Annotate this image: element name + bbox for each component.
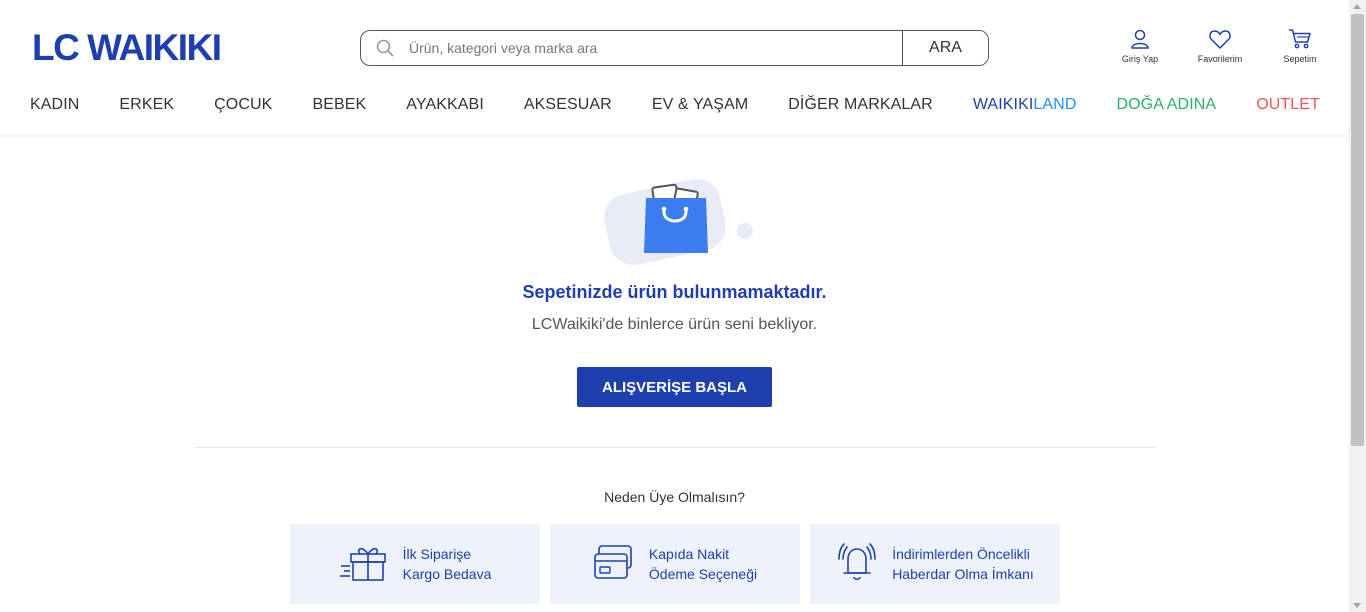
why-member-title: Neden Üye Olmalısın?	[604, 489, 745, 505]
waikikiland-part1: WAIKIKI	[972, 96, 1034, 113]
vertical-scrollbar[interactable]	[1349, 0, 1366, 612]
section-divider	[195, 447, 1155, 448]
benefit-line1: İndirimlerden Öncelikli	[892, 546, 1030, 562]
waikikiland-part2: LAND	[1033, 96, 1077, 113]
favorites-label: Favorilerim	[1197, 54, 1243, 64]
nav-item-ev-yasam[interactable]: EV & YAŞAM	[652, 96, 748, 114]
benefit-text: İlk Siparişe Kargo Bedava	[403, 544, 492, 584]
site-header: LC WAIKIKI ARA Giriş Yap Favorilerim Sep…	[0, 0, 1349, 135]
credit-card-icon	[593, 542, 635, 587]
cart-button[interactable]: Sepetim	[1260, 28, 1340, 64]
benefit-text: Kapıda Nakit Ödeme Seçeneği	[649, 544, 757, 584]
benefit-line1: Kapıda Nakit	[648, 546, 730, 562]
benefit-discount-alerts[interactable]: İndirimlerden Öncelikli Haberdar Olma İm…	[810, 524, 1060, 604]
header-actions: Giriş Yap Favorilerim Sepetim	[1100, 28, 1340, 64]
benefit-line2: Haberdar Olma İmkanı	[892, 566, 1034, 582]
empty-cart-subtitle: LCWaikiki'de binlerce ürün seni bekliyor…	[531, 316, 818, 333]
empty-cart-illustration	[594, 178, 759, 268]
bell-icon	[836, 541, 878, 588]
user-icon	[1129, 28, 1151, 50]
scroll-up-arrow[interactable]	[1353, 4, 1361, 9]
empty-cart-title: Sepetinizde ürün bulunmamaktadır.	[522, 282, 827, 302]
lcwaikiki-logo[interactable]: LC WAIKIKI	[32, 29, 222, 66]
cart-label: Sepetim	[1283, 54, 1317, 64]
benefits-list: İlk Siparişe Kargo Bedava Kapıda Nakit Ö…	[290, 524, 1060, 604]
nav-item-bebek[interactable]: BEBEK	[312, 96, 366, 114]
search-input[interactable]	[409, 31, 902, 65]
search-bar: ARA	[360, 30, 989, 66]
main-nav: KADIN ERKEK ÇOCUK BEBEK AYAKKABI AKSESUA…	[30, 96, 1320, 114]
benefit-text: İndirimlerden Öncelikli Haberdar Olma İm…	[892, 544, 1034, 584]
nav-item-ayakkabi[interactable]: AYAKKABI	[406, 96, 484, 114]
cart-icon	[1288, 28, 1312, 50]
benefit-free-shipping[interactable]: İlk Siparişe Kargo Bedava	[290, 524, 540, 604]
nav-item-doga-adina[interactable]: DOĞA ADINA	[1116, 96, 1216, 114]
nav-item-diger-markalar[interactable]: DİĞER MARKALAR	[788, 96, 933, 114]
nav-item-waikikiland[interactable]: WAIKIKILAND	[973, 96, 1077, 114]
gift-icon	[339, 542, 389, 587]
nav-item-outlet[interactable]: OUTLET	[1256, 96, 1320, 114]
favorites-button[interactable]: Favorilerim	[1180, 28, 1260, 64]
login-button[interactable]: Giriş Yap	[1100, 28, 1180, 64]
scrollbar-thumb[interactable]	[1351, 14, 1364, 446]
start-shopping-button[interactable]: ALIŞVERİŞE BAŞLA	[577, 367, 772, 407]
scroll-down-arrow[interactable]	[1353, 603, 1361, 608]
benefit-line1: İlk Siparişe	[402, 546, 472, 562]
heart-icon	[1208, 28, 1232, 50]
benefit-line2: Kargo Bedava	[402, 566, 492, 582]
nav-item-kadin[interactable]: KADIN	[30, 96, 79, 114]
benefit-cash-on-delivery[interactable]: Kapıda Nakit Ödeme Seçeneği	[550, 524, 800, 604]
search-icon	[361, 31, 409, 65]
nav-item-erkek[interactable]: ERKEK	[119, 96, 174, 114]
benefit-line2: Ödeme Seçeneği	[648, 566, 758, 582]
nav-item-aksesuar[interactable]: AKSESUAR	[524, 96, 612, 114]
nav-item-cocuk[interactable]: ÇOCUK	[214, 96, 272, 114]
search-button[interactable]: ARA	[902, 31, 988, 65]
login-label: Giriş Yap	[1121, 54, 1159, 64]
